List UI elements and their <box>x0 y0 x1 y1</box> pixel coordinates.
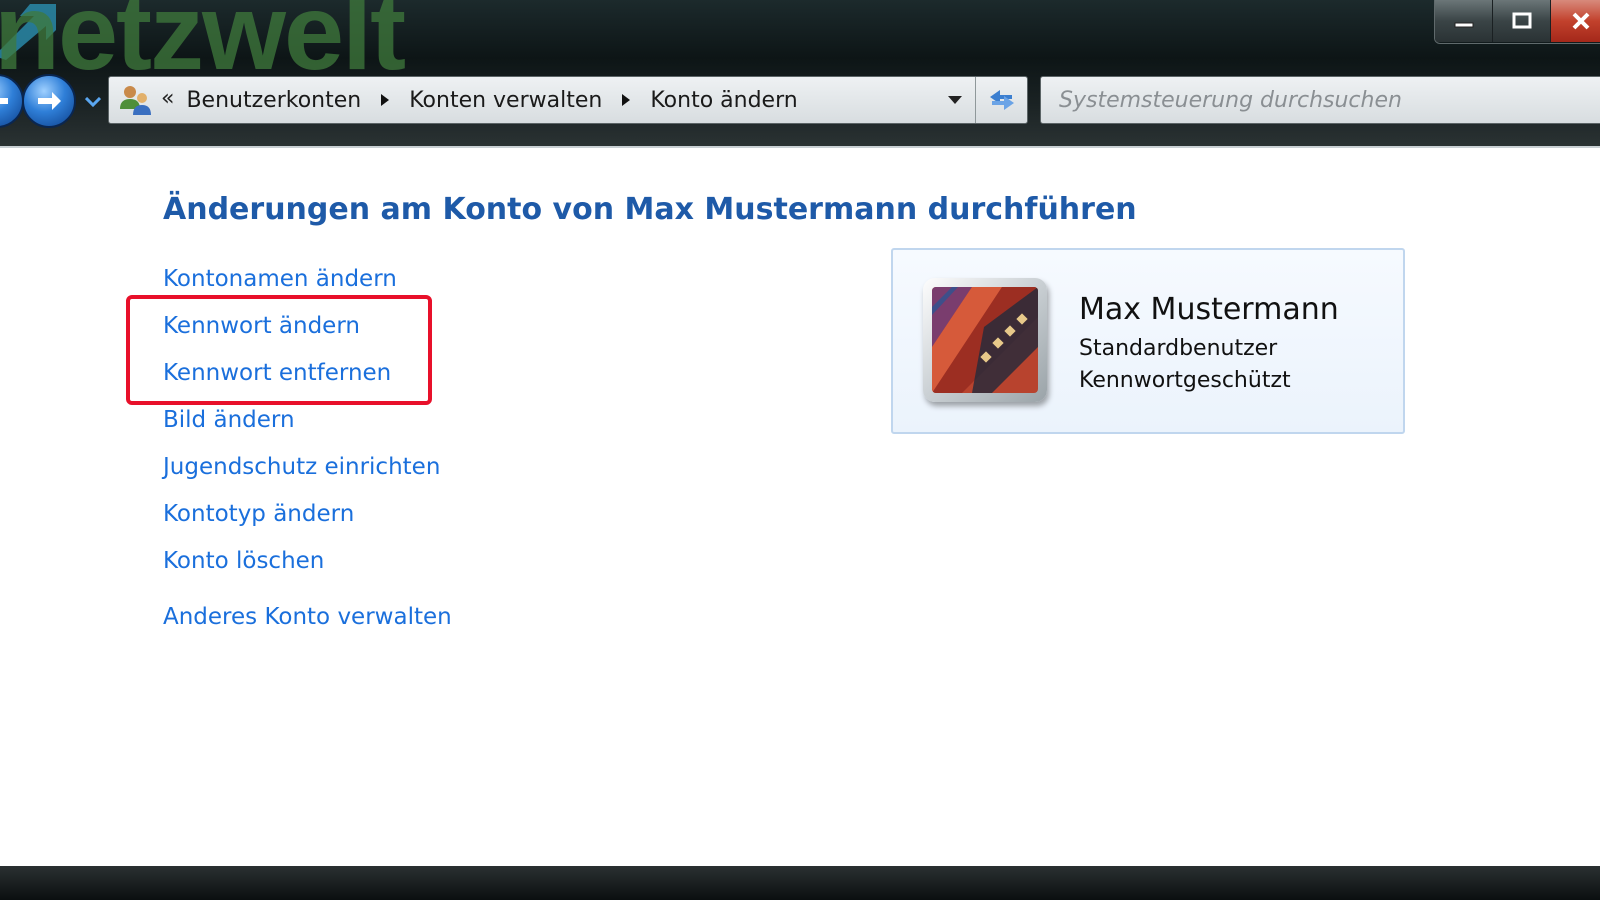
window-bottom-border <box>0 866 1600 900</box>
breadcrumb-overflow-button[interactable]: « <box>161 86 174 111</box>
forward-button[interactable] <box>22 74 76 128</box>
breadcrumb-konten-verwalten[interactable]: Konten verwalten <box>405 88 606 113</box>
back-arrow-icon <box>0 98 8 104</box>
close-button[interactable] <box>1551 0 1600 42</box>
highlight-annotation <box>126 295 432 405</box>
close-icon <box>1572 12 1589 30</box>
link-kontotyp-aendern[interactable]: Kontotyp ändern <box>163 495 440 542</box>
dropdown-arrow-icon <box>948 96 962 104</box>
avatar-picture-icon <box>932 287 1038 393</box>
maximize-button[interactable] <box>1493 0 1551 42</box>
navigation-bar: « Benutzerkonten Konten verwalten Konto … <box>0 68 1600 132</box>
page-title: Änderungen am Konto von Max Mustermann d… <box>163 192 1137 227</box>
breadcrumb-konto-aendern[interactable]: Konto ändern <box>646 88 801 113</box>
minimize-button[interactable] <box>1435 0 1493 42</box>
avatar <box>923 278 1047 402</box>
link-jugendschutz-einrichten[interactable]: Jugendschutz einrichten <box>163 448 440 495</box>
address-history-dropdown[interactable] <box>937 77 973 123</box>
window-titlebar: netzwelt « Benutzerkonten Konten verwalt… <box>0 0 1600 146</box>
minimize-icon <box>1454 22 1473 28</box>
chevron-down-icon <box>85 97 101 107</box>
account-name: Max Mustermann <box>1079 292 1339 327</box>
search-box[interactable] <box>1040 76 1600 124</box>
search-input[interactable] <box>1059 87 1600 113</box>
window-controls <box>1434 0 1600 44</box>
account-type: Standardbenutzer <box>1079 336 1278 361</box>
address-bar[interactable]: « Benutzerkonten Konten verwalten Konto … <box>108 76 1028 124</box>
breadcrumb-separator-icon[interactable] <box>616 93 636 107</box>
breadcrumb-benutzerkonten[interactable]: Benutzerkonten <box>182 88 365 113</box>
refresh-icon <box>989 90 1014 110</box>
user-accounts-icon <box>115 80 155 120</box>
link-konto-loeschen[interactable]: Konto löschen <box>163 542 440 589</box>
account-card: Max Mustermann Standardbenutzer Kennwort… <box>891 248 1405 434</box>
refresh-button[interactable] <box>975 77 1027 123</box>
forward-arrow-icon <box>38 92 61 110</box>
link-bild-aendern[interactable]: Bild ändern <box>163 401 440 448</box>
link-anderes-konto-verwalten[interactable]: Anderes Konto verwalten <box>163 604 452 630</box>
recent-pages-button[interactable] <box>82 92 104 112</box>
main-content: Änderungen am Konto von Max Mustermann d… <box>0 146 1600 866</box>
account-password-status: Kennwortgeschützt <box>1079 368 1291 393</box>
back-button[interactable] <box>0 74 24 128</box>
maximize-icon <box>1512 12 1531 29</box>
breadcrumb-separator-icon[interactable] <box>375 93 395 107</box>
